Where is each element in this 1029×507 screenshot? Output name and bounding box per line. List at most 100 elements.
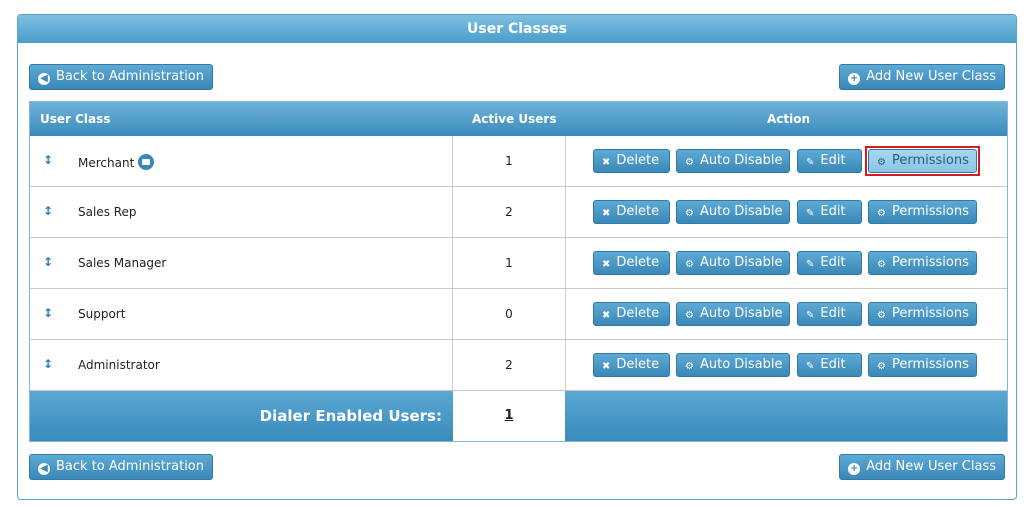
user-class-name: Merchant [78, 154, 155, 170]
auto-disable-button-label: Auto Disable [699, 204, 783, 219]
delete-button-label: Delete [616, 204, 660, 219]
header-user-class: User Class [40, 112, 111, 126]
permissions-button-label: Permissions [891, 204, 969, 219]
auto-disable-button-label: Auto Disable [699, 357, 783, 372]
permissions-button[interactable]: ⚙ Permissions [868, 251, 977, 275]
user-class-label: Support [78, 307, 126, 321]
edit-button-label: Edit [820, 306, 846, 321]
auto-disable-button[interactable]: ⚙ Auto Disable [676, 251, 790, 275]
table-row: ↕ Support 0 ✖ Delete ⚙ Auto Disable ✎ Edit ⚙ Permi… [30, 289, 1007, 340]
x-icon: ✖ [602, 208, 611, 219]
user-class-name: Sales Rep [78, 205, 137, 219]
edit-button[interactable]: ✎ Edit [797, 200, 862, 224]
drag-handle-icon[interactable]: ↕ [43, 357, 53, 371]
drag-handle-icon[interactable]: ↕ [43, 153, 53, 167]
auto-disable-button-label: Auto Disable [699, 306, 783, 321]
delete-button[interactable]: ✖ Delete [593, 353, 670, 377]
edit-button-label: Edit [820, 357, 846, 372]
pencil-icon: ✎ [806, 310, 815, 321]
delete-button[interactable]: ✖ Delete [593, 302, 670, 326]
gear-icon: ⚙ [685, 157, 694, 168]
drag-handle-icon[interactable]: ↕ [43, 255, 53, 269]
gear-icon: ⚙ [685, 259, 694, 270]
gear-icon: ⚙ [685, 208, 694, 219]
gear-icon: ⚙ [877, 310, 886, 321]
table-footer: Dialer Enabled Users: 1 [30, 391, 1007, 441]
user-class-label: Sales Rep [78, 205, 137, 219]
x-icon: ✖ [602, 259, 611, 270]
delete-button[interactable]: ✖ Delete [593, 200, 670, 224]
drag-handle-icon[interactable]: ↕ [43, 306, 53, 320]
back-to-administration-button-bottom[interactable]: ◀ Back to Administration [29, 454, 214, 480]
edit-button[interactable]: ✎ Edit [797, 149, 862, 173]
dialer-enabled-count-link[interactable]: 1 [453, 391, 565, 441]
delete-button[interactable]: ✖ Delete [593, 251, 670, 275]
circle-plus-icon: + [848, 73, 861, 85]
back-to-administration-button-top[interactable]: ◀ Back to Administration [29, 64, 214, 90]
auto-disable-button[interactable]: ⚙ Auto Disable [676, 353, 790, 377]
gear-icon: ⚙ [877, 208, 886, 219]
edit-button-label: Edit [820, 204, 846, 219]
delete-button-label: Delete [616, 306, 660, 321]
table-header: User Class Active Users Action [30, 102, 1007, 136]
edit-button-label: Edit [820, 255, 846, 270]
pencil-icon: ✎ [806, 157, 815, 168]
add-label: Add New User Class [866, 459, 996, 474]
active-users-count: 2 [505, 205, 513, 219]
circle-arrow-left-icon: ◀ [38, 463, 50, 475]
user-class-table: User Class Active Users Action ↕ Merchant… [29, 101, 1008, 442]
user-classes-panel: User Classes ◀ Back to Administration + Ad… [17, 14, 1017, 500]
gear-icon: ⚙ [685, 361, 694, 372]
dialer-enabled-label: Dialer Enabled Users: [259, 407, 442, 425]
delete-button[interactable]: ✖ Delete [593, 149, 670, 173]
auto-disable-button[interactable]: ⚙ Auto Disable [676, 200, 790, 224]
permissions-button-label: Permissions [891, 306, 969, 321]
user-class-label: Merchant [78, 156, 135, 170]
active-users-count: 0 [505, 307, 513, 321]
x-icon: ✖ [602, 157, 611, 168]
permissions-button[interactable]: ⚙ Permissions [868, 302, 977, 326]
drag-handle-icon[interactable]: ↕ [43, 204, 53, 218]
pencil-icon: ✎ [806, 259, 815, 270]
user-class-label: Administrator [78, 358, 160, 372]
table-row: ↕ Sales Rep 2 ✖ Delete ⚙ Auto Disable ✎ Edit ⚙ Per… [30, 187, 1007, 238]
auto-disable-button[interactable]: ⚙ Auto Disable [676, 302, 790, 326]
auto-disable-button[interactable]: ⚙ Auto Disable [676, 149, 790, 173]
permissions-button[interactable]: ⚙ Permissions [868, 200, 977, 224]
table-row: ↕ Administrator 2 ✖ Delete ⚙ Auto Disable ✎ Edit… [30, 340, 1007, 391]
gear-icon: ⚙ [877, 361, 886, 372]
active-users-count: 1 [505, 154, 513, 168]
active-users-count: 2 [505, 358, 513, 372]
add-new-user-class-button-top[interactable]: + Add New User Class [839, 64, 1005, 90]
pencil-icon: ✎ [806, 208, 815, 219]
delete-button-label: Delete [616, 255, 660, 270]
active-users-count: 1 [505, 256, 513, 270]
x-icon: ✖ [602, 310, 611, 321]
x-icon: ✖ [602, 361, 611, 372]
add-label: Add New User Class [866, 69, 996, 84]
edit-button[interactable]: ✎ Edit [797, 353, 862, 377]
circle-plus-icon: + [848, 463, 861, 475]
user-class-label: Sales Manager [78, 256, 167, 270]
user-class-name: Administrator [78, 358, 160, 372]
add-new-user-class-button-bottom[interactable]: + Add New User Class [839, 454, 1005, 480]
briefcase-icon[interactable] [138, 154, 155, 170]
back-label: Back to Administration [56, 459, 205, 474]
auto-disable-button-label: Auto Disable [699, 255, 783, 270]
permissions-button[interactable]: ⚙ Permissions [868, 353, 977, 377]
table-row: ↕ Sales Manager 1 ✖ Delete ⚙ Auto Disable ✎ Edit… [30, 238, 1007, 289]
gear-icon: ⚙ [877, 259, 886, 270]
header-active-users: Active Users [472, 112, 557, 126]
user-class-name: Sales Manager [78, 256, 166, 270]
back-label: Back to Administration [56, 69, 205, 84]
pencil-icon: ✎ [806, 361, 815, 372]
highlight-box [865, 146, 980, 176]
edit-button-label: Edit [820, 153, 846, 168]
delete-button-label: Delete [616, 357, 660, 372]
edit-button[interactable]: ✎ Edit [797, 302, 862, 326]
user-class-name: Support [78, 307, 125, 321]
edit-button[interactable]: ✎ Edit [797, 251, 862, 275]
permissions-button-label: Permissions [891, 357, 969, 372]
header-action: Action [767, 112, 811, 126]
gear-icon: ⚙ [685, 310, 694, 321]
